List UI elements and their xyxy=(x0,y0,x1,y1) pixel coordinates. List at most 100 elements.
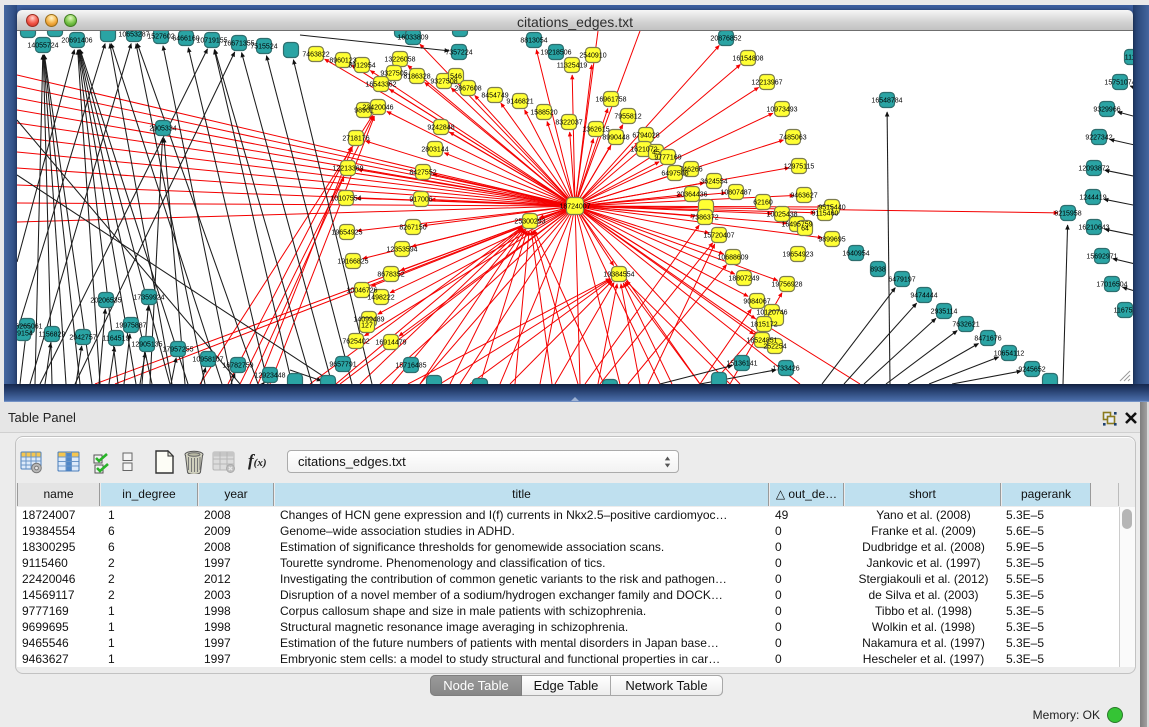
svg-text:3624554: 3624554 xyxy=(700,179,727,186)
svg-text:6794028: 6794028 xyxy=(632,133,659,140)
svg-text:23420046: 23420046 xyxy=(362,105,393,112)
svg-text:15716485: 15716485 xyxy=(395,363,426,370)
svg-text:12975115: 12975115 xyxy=(784,164,815,171)
svg-text:1362615: 1362615 xyxy=(582,127,609,134)
svg-text:18807249: 18807249 xyxy=(728,276,759,283)
svg-text:14055724: 14055724 xyxy=(27,43,58,50)
svg-text:19166825: 19166825 xyxy=(337,259,368,266)
svg-text:9115460: 9115460 xyxy=(812,211,839,218)
svg-text:1640954: 1640954 xyxy=(842,251,869,258)
svg-text:7357224: 7357224 xyxy=(445,50,472,57)
svg-text:12213967: 12213967 xyxy=(751,80,782,87)
svg-text:9657791: 9657791 xyxy=(329,362,356,369)
svg-text:7632621: 7632621 xyxy=(952,322,979,329)
svg-text:10654112: 10654112 xyxy=(994,351,1025,358)
svg-text:9227342: 9227342 xyxy=(1085,135,1112,142)
svg-text:8813054: 8813054 xyxy=(520,38,547,45)
svg-text:252254: 252254 xyxy=(763,344,786,351)
svg-text:20876852: 20876852 xyxy=(710,36,741,43)
svg-text:15720407: 15720407 xyxy=(703,233,734,240)
svg-text:8215958: 8215958 xyxy=(1054,211,1081,218)
svg-text:8186328: 8186328 xyxy=(403,74,430,81)
svg-text:9474444: 9474444 xyxy=(910,293,937,300)
svg-text:20206535: 20206535 xyxy=(90,298,121,305)
svg-text:1244419: 1244419 xyxy=(1079,195,1106,202)
svg-text:62160: 62160 xyxy=(753,200,773,207)
svg-text:16154808: 16154808 xyxy=(732,56,763,63)
svg-text:12213369: 12213369 xyxy=(332,166,363,173)
svg-text:1733426: 1733426 xyxy=(772,366,799,373)
svg-text:8454749: 8454749 xyxy=(481,93,508,100)
svg-text:10120746: 10120746 xyxy=(756,310,787,317)
svg-text:8990448: 8990448 xyxy=(602,135,629,142)
svg-text:12905135: 12905135 xyxy=(131,342,162,349)
svg-text:917006: 917006 xyxy=(409,197,432,204)
svg-text:10807487: 10807487 xyxy=(720,190,751,197)
svg-text:7485063: 7485063 xyxy=(779,135,806,142)
svg-text:8427552: 8427552 xyxy=(409,170,436,177)
svg-text:17016504: 17016504 xyxy=(1096,282,1127,289)
svg-text:8322037: 8322037 xyxy=(555,120,582,127)
svg-text:16033809: 16033809 xyxy=(397,35,428,42)
svg-text:8938: 8938 xyxy=(870,267,886,274)
svg-text:16914479: 16914479 xyxy=(375,340,406,347)
svg-text:8912954: 8912954 xyxy=(348,63,375,70)
svg-text:6479197: 6479197 xyxy=(888,277,915,284)
svg-text:19654923: 19654923 xyxy=(782,252,813,259)
svg-text:20691406: 20691406 xyxy=(61,38,92,45)
svg-text:9084067: 9084067 xyxy=(743,299,770,306)
svg-text:25300293: 25300293 xyxy=(514,219,545,226)
svg-text:18724007: 18724007 xyxy=(559,204,590,211)
svg-text:10958107: 10958107 xyxy=(192,357,223,364)
svg-text:7463822: 7463822 xyxy=(302,52,329,59)
svg-text:16543362: 16543362 xyxy=(365,82,396,89)
svg-text:1164519: 1164519 xyxy=(103,336,130,343)
svg-text:12353594: 12353594 xyxy=(386,247,417,254)
svg-text:546: 546 xyxy=(450,74,462,81)
svg-text:64: 64 xyxy=(801,226,809,233)
svg-text:1498222: 1498222 xyxy=(367,295,394,302)
svg-text:2803144: 2803144 xyxy=(421,147,448,154)
svg-text:19654925: 19654925 xyxy=(331,230,362,237)
svg-text:15692971: 15692971 xyxy=(1086,254,1117,261)
svg-text:9242848: 9242848 xyxy=(427,125,454,132)
svg-text:9899695: 9899695 xyxy=(818,237,845,244)
svg-text:10107554: 10107554 xyxy=(330,196,361,203)
svg-text:127: 127 xyxy=(361,323,373,330)
svg-text:1156829: 1156829 xyxy=(39,332,66,339)
svg-text:17359924: 17359924 xyxy=(133,295,164,302)
svg-text:16210643: 16210643 xyxy=(1078,225,1109,232)
svg-text:15751074: 15751074 xyxy=(1104,80,1133,87)
svg-text:7955812: 7955812 xyxy=(614,114,641,121)
svg-text:19384554: 19384554 xyxy=(603,272,634,279)
svg-text:1588520: 1588520 xyxy=(530,110,557,117)
svg-text:6497508: 6497508 xyxy=(661,171,688,178)
svg-text:2540910: 2540910 xyxy=(579,53,606,60)
svg-text:39154: 39154 xyxy=(17,331,33,338)
svg-text:15136141: 15136141 xyxy=(726,361,757,368)
svg-text:16782759: 16782759 xyxy=(222,363,253,370)
svg-text:10688609: 10688609 xyxy=(717,255,748,262)
svg-text:1815172: 1815172 xyxy=(750,322,777,329)
svg-text:16548784: 16548784 xyxy=(871,98,902,105)
svg-text:12923448: 12923448 xyxy=(254,373,285,380)
svg-text:8267150: 8267150 xyxy=(399,225,426,232)
svg-text:116753: 116753 xyxy=(1114,308,1133,315)
svg-text:16961758: 16961758 xyxy=(595,97,626,104)
svg-text:10046726: 10046726 xyxy=(346,288,377,295)
svg-text:11325419: 11325419 xyxy=(557,63,588,70)
svg-text:9463627: 9463627 xyxy=(790,193,817,200)
svg-text:10973493: 10973493 xyxy=(766,107,797,114)
svg-text:19218506: 19218506 xyxy=(540,50,571,57)
svg-text:9245652: 9245652 xyxy=(1018,367,1045,374)
svg-text:10025438: 10025438 xyxy=(766,212,797,219)
svg-text:12093872: 12093872 xyxy=(1078,166,1109,173)
svg-text:1527602: 1527602 xyxy=(147,34,174,41)
svg-text:1112: 1112 xyxy=(1125,55,1133,62)
svg-text:19756928: 19756928 xyxy=(771,282,802,289)
svg-text:9146821: 9146821 xyxy=(506,99,533,106)
svg-text:2905334: 2905334 xyxy=(149,126,176,133)
svg-text:19975887: 19975887 xyxy=(115,323,146,330)
svg-text:7386372: 7386372 xyxy=(691,215,718,222)
svg-text:2935114: 2935114 xyxy=(931,309,958,316)
